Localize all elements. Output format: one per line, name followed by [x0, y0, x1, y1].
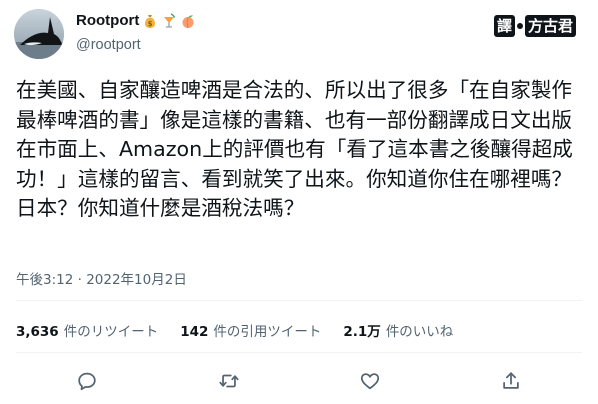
user-handle[interactable]: @rootport	[76, 37, 141, 53]
watermark-left: 譯	[494, 15, 516, 37]
tropical-drink-icon	[161, 12, 177, 29]
like-button[interactable]	[355, 366, 385, 396]
likes-stat[interactable]: 2.1万 件のいいね	[343, 320, 453, 340]
watermark-right: 方古君	[525, 15, 577, 37]
svg-text:$: $	[148, 19, 153, 27]
retweets-count: 3,636	[16, 324, 59, 340]
display-name-text[interactable]: Rootport	[76, 12, 139, 29]
peach-icon	[180, 13, 196, 29]
orca-avatar-image	[14, 9, 64, 59]
engagement-stats: 3,636 件のリツイート 142 件の引用ツイート 2.1万 件のいいね	[16, 320, 453, 340]
quotes-stat[interactable]: 142 件の引用ツイート	[180, 320, 321, 340]
money-bag-icon: $	[142, 13, 158, 29]
avatar[interactable]	[14, 9, 64, 59]
action-bar	[0, 366, 598, 396]
share-icon	[503, 372, 519, 389]
share-button[interactable]	[496, 366, 526, 396]
tweet-card: Rootport $ @rootport 譯 方古君 在美國、自家釀造啤酒是合法…	[0, 0, 598, 404]
retweets-label: 件のリツイート	[63, 324, 159, 340]
tweet-timestamp[interactable]: 午後3:12 · 2022年10月2日	[16, 268, 187, 288]
translator-watermark: 譯 方古君	[494, 14, 582, 38]
quotes-label: 件の引用ツイート	[213, 324, 322, 340]
watermark-dot	[517, 23, 524, 29]
likes-label: 件のいいね	[385, 324, 454, 340]
tweet-text: 在美國、自家釀造啤酒是合法的、所以出了很多「在自家製作最棒啤酒的書」像是這樣的書…	[16, 78, 573, 220]
quotes-count: 142	[180, 324, 209, 340]
retweet-icon	[219, 374, 239, 388]
divider-top	[16, 300, 582, 301]
reply-button[interactable]	[72, 366, 102, 396]
likes-count: 2.1万	[343, 324, 381, 340]
display-name[interactable]: Rootport $	[76, 12, 196, 29]
divider-bottom	[16, 352, 582, 353]
retweet-button[interactable]	[214, 366, 244, 396]
retweets-stat[interactable]: 3,636 件のリツイート	[16, 320, 158, 340]
reply-icon	[78, 372, 96, 391]
like-icon	[360, 373, 380, 390]
